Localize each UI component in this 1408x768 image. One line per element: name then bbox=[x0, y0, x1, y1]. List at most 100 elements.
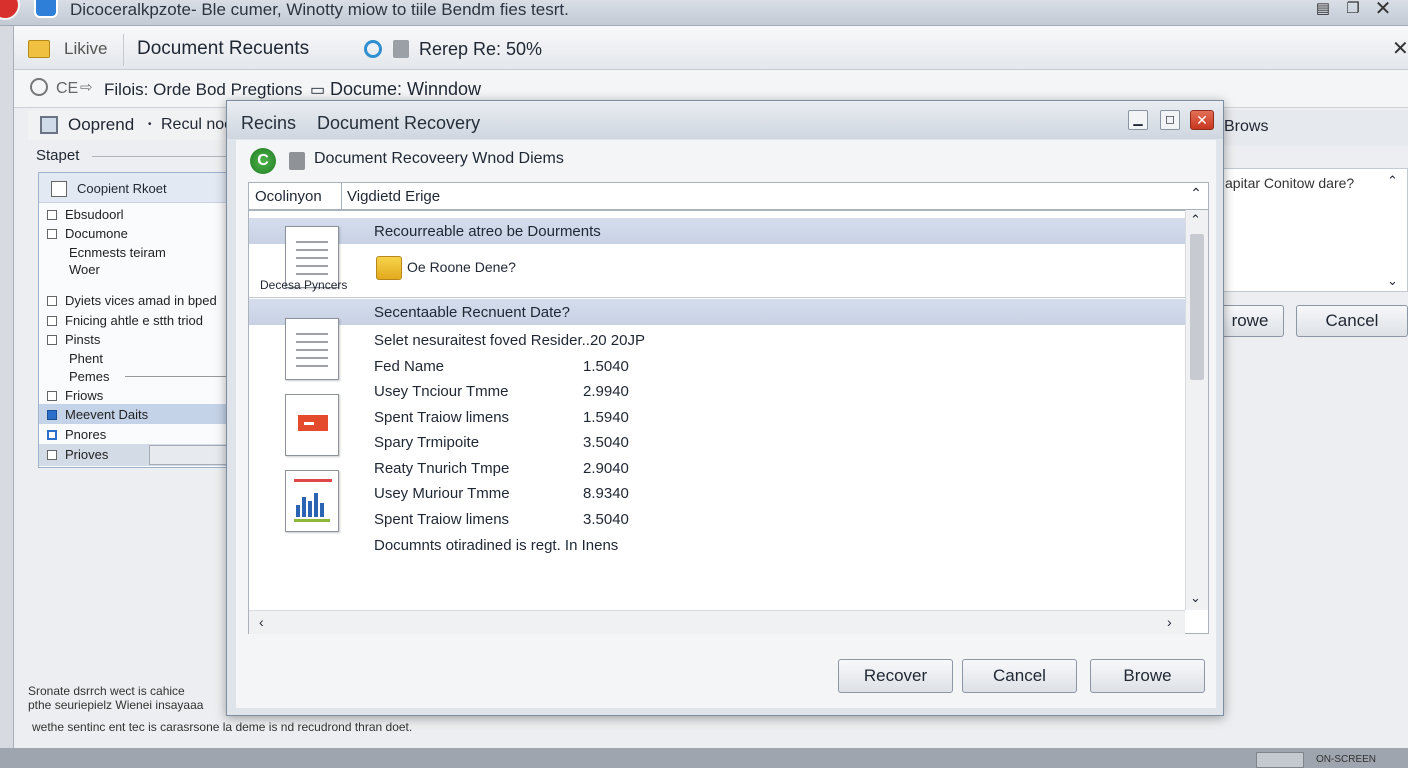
list-item[interactable]: Pnores bbox=[47, 427, 106, 442]
section-header: Recourreable atreo be Dourments bbox=[249, 218, 1185, 244]
document-icon bbox=[393, 40, 409, 58]
row-value: 1.5040 bbox=[583, 358, 629, 375]
text-document-icon[interactable] bbox=[285, 318, 339, 380]
row-name[interactable]: Spent Traiow limens bbox=[374, 511, 509, 528]
cancel-button[interactable]: Cancel bbox=[962, 659, 1077, 693]
row-name[interactable]: Usey Tnciour Tmme bbox=[374, 383, 508, 400]
taskbar-button[interactable] bbox=[1256, 752, 1304, 768]
close-window-icon[interactable]: ✕ bbox=[1372, 0, 1394, 20]
row-value: 1.5940 bbox=[583, 409, 629, 426]
location-field[interactable]: Ocolinyon Vigdietd Erige ⌃ bbox=[248, 182, 1209, 210]
list-item[interactable]: Dyiets vices amad in bped bbox=[47, 293, 217, 308]
list-item[interactable]: Ecnmests teiram bbox=[69, 245, 166, 260]
item-subtitle[interactable]: Oe Roone Dene? bbox=[407, 259, 516, 275]
folder-icon bbox=[376, 256, 402, 280]
dialog-close-icon[interactable]: ✕ bbox=[1190, 110, 1214, 130]
taskbar: ON-SCREEN bbox=[0, 748, 1408, 768]
bullet-icon: • bbox=[148, 119, 152, 130]
chevron-up-icon[interactable]: ⌃ bbox=[1387, 173, 1398, 189]
sync-icon[interactable] bbox=[364, 40, 382, 58]
checkbox-icon[interactable] bbox=[47, 316, 57, 326]
field-label: Ocolinyon bbox=[255, 188, 322, 205]
path-extra[interactable]: Docume: Winndow bbox=[330, 79, 481, 100]
chart-file-icon[interactable] bbox=[285, 470, 339, 532]
checkbox-icon[interactable] bbox=[47, 229, 57, 239]
checkbox-icon[interactable] bbox=[47, 450, 57, 460]
field-value[interactable]: Vigdietd Erige bbox=[347, 188, 440, 205]
cancel-button-bg[interactable]: Cancel bbox=[1296, 305, 1408, 337]
checkbox-icon[interactable] bbox=[47, 296, 57, 306]
vertical-scrollbar[interactable]: ⌃ ⌄ bbox=[1185, 210, 1208, 610]
share-icon[interactable]: ⇨ bbox=[80, 78, 93, 96]
tab-label: Likive bbox=[64, 39, 108, 58]
chevron-left-icon[interactable]: ‹ bbox=[259, 614, 264, 630]
recovery-icon: C bbox=[250, 148, 276, 174]
section-title: Secentaable Recnuent Date? bbox=[374, 304, 570, 321]
chevron-up-icon[interactable]: ⌃ bbox=[1185, 185, 1207, 207]
row-name[interactable]: Reaty Tnurich Tmpe bbox=[374, 460, 509, 477]
checkbox-icon[interactable] bbox=[51, 181, 67, 197]
row-value: 2.9940 bbox=[583, 383, 629, 400]
chevron-down-icon[interactable]: ⌄ bbox=[1387, 273, 1398, 289]
checkbox-icon[interactable] bbox=[47, 410, 57, 420]
divider bbox=[92, 156, 228, 157]
scroll-thumb[interactable] bbox=[1190, 234, 1204, 380]
window-title: Dicoceralkpzote- Ble cumer, Winotty miow… bbox=[70, 0, 569, 19]
section-header: Secentaable Recnuent Date? bbox=[249, 299, 1185, 325]
list-item[interactable]: Prioves bbox=[47, 447, 108, 462]
open-icon[interactable] bbox=[40, 116, 58, 134]
list-item[interactable]: Ebsudoorl bbox=[47, 207, 124, 222]
sub-label[interactable]: Ooprend bbox=[68, 115, 134, 135]
list-item[interactable]: Friows bbox=[47, 388, 103, 403]
browse-button[interactable]: Browe bbox=[1090, 659, 1205, 693]
row-name[interactable]: Documnts otiradined is regt. In Inens bbox=[374, 537, 618, 554]
recover-button[interactable]: Recover bbox=[838, 659, 953, 693]
row-name[interactable]: Usey Muriour Tmme bbox=[374, 485, 510, 502]
maximize-icon[interactable]: ❐ bbox=[1342, 0, 1364, 20]
divider bbox=[341, 183, 342, 209]
path-text[interactable]: Filois: Orde Bod Pregtions bbox=[104, 80, 302, 100]
list-item[interactable]: Documone bbox=[47, 226, 128, 241]
chevron-up-icon[interactable]: ⌃ bbox=[1190, 212, 1201, 228]
document-app-icon bbox=[34, 0, 58, 18]
left-panel-header[interactable]: Coopient Rkoet bbox=[39, 173, 227, 203]
dialog-minimize-icon[interactable]: ▁ bbox=[1128, 110, 1148, 130]
checkbox-icon[interactable] bbox=[47, 210, 57, 220]
chevron-right-icon[interactable]: › bbox=[1167, 614, 1172, 630]
horizontal-scrollbar[interactable]: ‹ › bbox=[249, 610, 1185, 634]
list-item[interactable]: Pinsts bbox=[47, 332, 100, 347]
presentation-file-icon[interactable] bbox=[285, 394, 339, 456]
left-panel: Coopient Rkoet Ebsudoorl Documone Ecnmes… bbox=[38, 172, 228, 468]
row-name[interactable]: Selet nesuraitest foved Resider..20 20JP bbox=[374, 332, 645, 349]
panel-input[interactable] bbox=[149, 445, 227, 465]
checkbox-icon[interactable] bbox=[47, 391, 57, 401]
list-item-selected[interactable]: Meevent Daits bbox=[47, 407, 148, 422]
minimize-icon[interactable]: ▤ bbox=[1312, 0, 1334, 20]
row-name[interactable]: Fed Name bbox=[374, 358, 444, 375]
row-name[interactable]: Spary Trmipoite bbox=[374, 434, 479, 451]
chevron-down-icon[interactable]: ⌄ bbox=[1190, 590, 1201, 606]
list-item[interactable]: Fnicing ahtle e stth triod bbox=[47, 313, 203, 328]
list-item[interactable]: Phent bbox=[69, 351, 103, 366]
close-tab-icon[interactable]: ✕ bbox=[1392, 36, 1408, 61]
list-item[interactable]: Pemes bbox=[69, 369, 109, 384]
tab-title[interactable]: Document Recuents bbox=[137, 38, 309, 60]
sub-label-2[interactable]: Recul noc bbox=[161, 116, 232, 134]
row-value: 8.9340 bbox=[583, 485, 629, 502]
row-value: 3.5040 bbox=[583, 434, 629, 451]
tab-likive[interactable]: Likive bbox=[28, 34, 124, 66]
right-tab-label[interactable]: Brows bbox=[1224, 118, 1268, 136]
slide-mark bbox=[304, 422, 314, 425]
checkbox-icon[interactable] bbox=[47, 335, 57, 345]
checkbox-icon[interactable] bbox=[47, 430, 57, 440]
app-title-bar: Dicoceralkpzote- Ble cumer, Winotty miow… bbox=[0, 0, 1408, 26]
list-item[interactable]: Woer bbox=[69, 262, 100, 277]
bar-mark bbox=[296, 505, 300, 517]
document-icon bbox=[289, 152, 305, 170]
browse-button-bg[interactable]: rowe bbox=[1216, 305, 1284, 337]
row-value: 3.5040 bbox=[583, 511, 629, 528]
row-value: 2.9040 bbox=[583, 460, 629, 477]
row-name[interactable]: Spent Traiow limens bbox=[374, 409, 509, 426]
file-label: Decesa Pyncers bbox=[260, 278, 348, 292]
dialog-maximize-icon[interactable]: ◻ bbox=[1160, 110, 1180, 130]
